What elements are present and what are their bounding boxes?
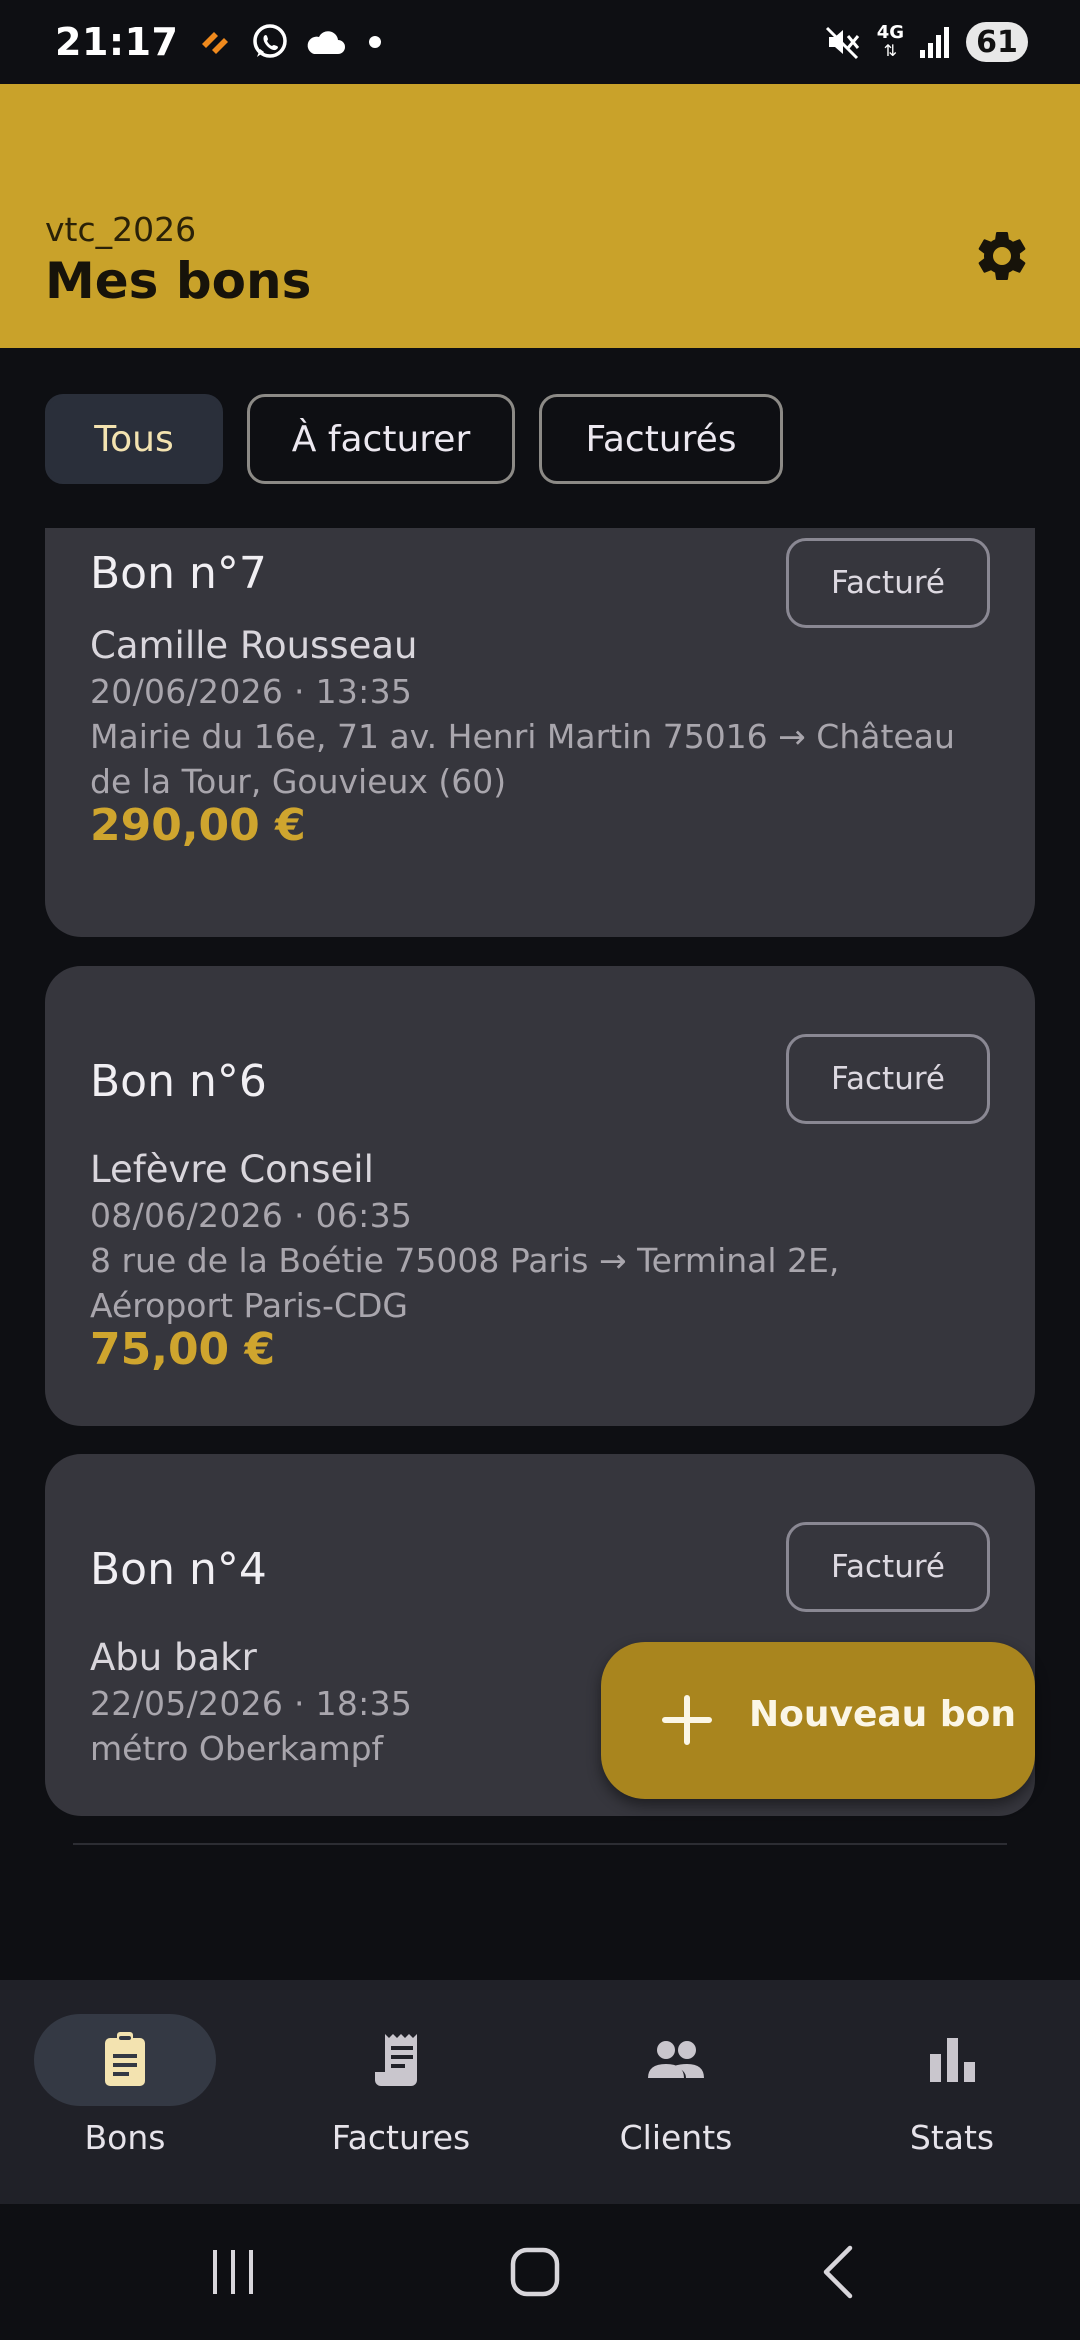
nav-label-clients: Clients bbox=[619, 2118, 733, 2157]
bon-number: Bon n°7 bbox=[90, 548, 267, 599]
bon-datetime: 20/06/2026 · 13:35 bbox=[90, 672, 413, 711]
app-notification-icon bbox=[202, 32, 229, 54]
status-badge: Facturé bbox=[786, 1034, 990, 1124]
nav-item-factures[interactable]: Factures bbox=[266, 1980, 536, 2204]
nav-item-bons[interactable]: Bons bbox=[0, 1980, 270, 2204]
system-nav-bar bbox=[0, 2204, 1080, 2340]
list-divider bbox=[73, 1843, 1007, 1845]
status-bar: 21:17 4G ⇅ 61 bbox=[0, 0, 1080, 84]
signal-icon bbox=[920, 27, 949, 58]
gear-icon[interactable] bbox=[972, 226, 1032, 286]
people-icon bbox=[648, 2041, 704, 2078]
bon-amount: 290,00 € bbox=[90, 800, 306, 851]
network-4g-icon: 4G ⇅ bbox=[877, 24, 904, 60]
bon-number: Bon n°4 bbox=[90, 1544, 267, 1595]
bon-client: Abu bakr bbox=[90, 1636, 257, 1679]
status-badge: Facturé bbox=[786, 1522, 990, 1612]
page-title: Mes bons bbox=[45, 252, 312, 310]
new-bon-label: Nouveau bon bbox=[749, 1694, 1016, 1735]
new-bon-button[interactable]: Nouveau bon bbox=[601, 1642, 1035, 1799]
plus-icon bbox=[662, 1695, 712, 1745]
bon-client: Camille Rousseau bbox=[90, 624, 418, 667]
nav-item-stats[interactable]: Stats bbox=[817, 1980, 1080, 2204]
clipboard-icon bbox=[105, 2032, 145, 2086]
dot-icon bbox=[369, 36, 382, 48]
network-arrows: ⇅ bbox=[883, 41, 898, 60]
nav-label-factures: Factures bbox=[331, 2118, 471, 2157]
filter-chip-a-facturer[interactable]: À facturer bbox=[247, 394, 515, 484]
bon-route: Mairie du 16e, 71 av. Henri Martin 75016… bbox=[90, 717, 955, 801]
filter-chip-tous[interactable]: Tous bbox=[45, 394, 223, 484]
mute-icon bbox=[825, 26, 859, 60]
cloud-icon bbox=[308, 31, 346, 54]
nav-label-stats: Stats bbox=[909, 2118, 995, 2157]
bon-datetime: 22/05/2026 · 18:35 bbox=[90, 1684, 413, 1723]
bon-client: Lefèvre Conseil bbox=[90, 1148, 374, 1191]
status-time: 21:17 bbox=[55, 20, 179, 64]
app-subtitle: vtc_2026 bbox=[45, 210, 197, 249]
battery-indicator: 61 bbox=[966, 22, 1028, 62]
whatsapp-icon bbox=[253, 24, 288, 58]
recents-icon[interactable] bbox=[203, 2242, 263, 2302]
filter-chip-factures[interactable]: Facturés bbox=[539, 394, 783, 484]
bon-number: Bon n°6 bbox=[90, 1056, 267, 1107]
status-badge: Facturé bbox=[786, 538, 990, 628]
home-icon[interactable] bbox=[505, 2242, 565, 2302]
receipt-icon bbox=[375, 2034, 417, 2086]
nav-item-clients[interactable]: Clients bbox=[541, 1980, 811, 2204]
back-icon[interactable] bbox=[810, 2242, 870, 2302]
bon-route: 8 rue de la Boétie 75008 Paris → Termina… bbox=[90, 1241, 840, 1325]
network-type: 4G bbox=[876, 22, 904, 43]
bottom-nav: Bons Factures Clients Stats bbox=[0, 1980, 1080, 2204]
nav-label-bons: Bons bbox=[84, 2118, 166, 2157]
bon-card[interactable]: Bon n°7 Facturé Camille Rousseau 20/06/2… bbox=[45, 528, 1035, 937]
bon-card[interactable]: Bon n°6 Facturé Lefèvre Conseil 08/06/20… bbox=[45, 966, 1035, 1426]
bon-datetime: 08/06/2026 · 06:35 bbox=[90, 1196, 413, 1235]
filter-bar: Tous À facturer Facturés bbox=[45, 394, 783, 484]
bar-chart-icon bbox=[930, 2038, 975, 2082]
bon-amount: 75,00 € bbox=[90, 1324, 276, 1375]
